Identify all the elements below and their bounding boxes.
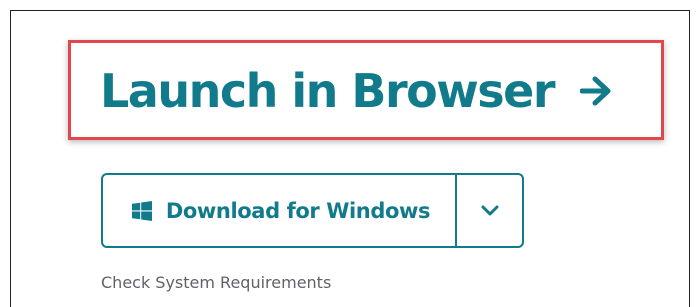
download-for-windows-label: Download for Windows (165, 198, 431, 223)
download-options-dropdown[interactable] (455, 175, 522, 246)
download-button-group: Download for Windows (101, 173, 524, 248)
check-system-requirements-link[interactable]: Check System Requirements (101, 273, 331, 292)
launch-in-browser-link[interactable]: Launch in Browser (100, 58, 612, 124)
chevron-down-icon (481, 205, 498, 215)
arrow-right-icon (580, 76, 611, 106)
download-for-windows-button[interactable]: Download for Windows (103, 175, 455, 246)
launch-in-browser-label: Launch in Browser (100, 64, 556, 118)
windows-icon (131, 200, 152, 221)
